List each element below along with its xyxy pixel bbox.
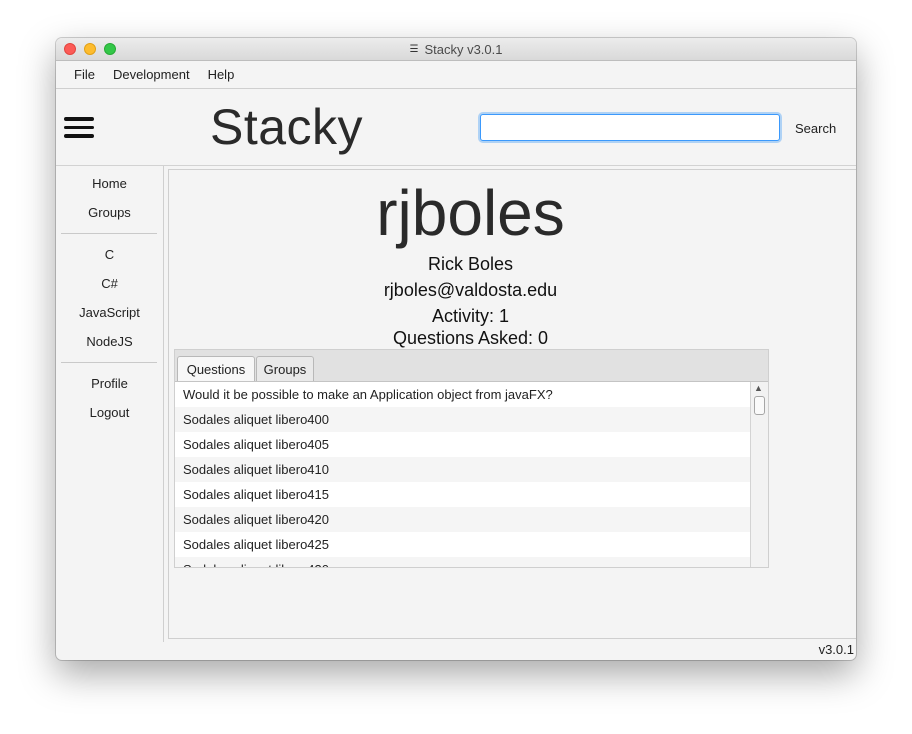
app-header: Stacky Search <box>56 89 856 166</box>
list-item[interactable]: Sodales aliquet libero405 <box>175 432 750 457</box>
hamburger-menu-icon[interactable] <box>64 117 94 138</box>
profile-full-name: Rick Boles <box>427 254 514 274</box>
tab-questions[interactable]: Questions <box>177 356 255 381</box>
profile-username: rjboles <box>376 177 565 249</box>
profile-activity: Activity: 1 <box>431 306 510 326</box>
window-title: Stacky v3.0.1 <box>424 41 503 57</box>
sidebar-item-logout[interactable]: Logout <box>56 405 163 420</box>
search-input[interactable] <box>480 114 780 141</box>
menu-development[interactable]: Development <box>104 67 199 82</box>
stack-icon: ☰ <box>409 43 419 55</box>
sidebar-divider <box>61 233 157 234</box>
search-button[interactable]: Search <box>790 116 841 140</box>
version-label: v3.0.1 <box>818 642 854 657</box>
tab-groups[interactable]: Groups <box>256 356 314 381</box>
list-item[interactable]: Would it be possible to make an Applicat… <box>175 382 750 407</box>
sidebar: Home Groups C C# JavaScript NodeJS Profi… <box>56 166 164 642</box>
app-window: ☰ Stacky v3.0.1 File Development Help St… <box>56 38 856 660</box>
sidebar-divider <box>61 362 157 363</box>
profile-tab-pane: Questions Groups Would it be possible to… <box>174 349 769 568</box>
scroll-thumb[interactable] <box>754 396 765 415</box>
sidebar-item-nodejs[interactable]: NodeJS <box>56 334 163 349</box>
sidebar-item-profile[interactable]: Profile <box>56 376 163 391</box>
menu-bar: File Development Help <box>56 61 856 89</box>
questions-list: Would it be possible to make an Applicat… <box>175 381 768 567</box>
list-item[interactable]: Sodales aliquet libero415 <box>175 482 750 507</box>
profile-questions-asked: Questions Asked: 0 <box>392 328 549 348</box>
menu-file[interactable]: File <box>65 67 104 82</box>
title-bar: ☰ Stacky v3.0.1 <box>56 38 856 61</box>
sidebar-item-groups[interactable]: Groups <box>56 205 163 220</box>
window-title-group: ☰ Stacky v3.0.1 <box>56 38 856 60</box>
sidebar-item-c[interactable]: C <box>56 247 163 262</box>
sidebar-item-javascript[interactable]: JavaScript <box>56 305 163 320</box>
list-item[interactable]: Sodales aliquet libero400 <box>175 407 750 432</box>
menu-help[interactable]: Help <box>199 67 244 82</box>
sidebar-item-csharp[interactable]: C# <box>56 276 163 291</box>
list-item[interactable]: Sodales aliquet libero430 <box>175 557 750 567</box>
list-scrollbar[interactable]: ▲ <box>750 382 768 567</box>
sidebar-item-home[interactable]: Home <box>56 176 163 191</box>
app-title: Stacky <box>210 99 364 155</box>
profile-panel: rjboles Rick Boles rjboles@valdosta.edu … <box>168 169 856 639</box>
profile-email: rjboles@valdosta.edu <box>383 280 558 300</box>
list-item[interactable]: Sodales aliquet libero425 <box>175 532 750 557</box>
scroll-up-arrow-icon[interactable]: ▲ <box>754 383 763 393</box>
list-item[interactable]: Sodales aliquet libero420 <box>175 507 750 532</box>
list-item[interactable]: Sodales aliquet libero410 <box>175 457 750 482</box>
